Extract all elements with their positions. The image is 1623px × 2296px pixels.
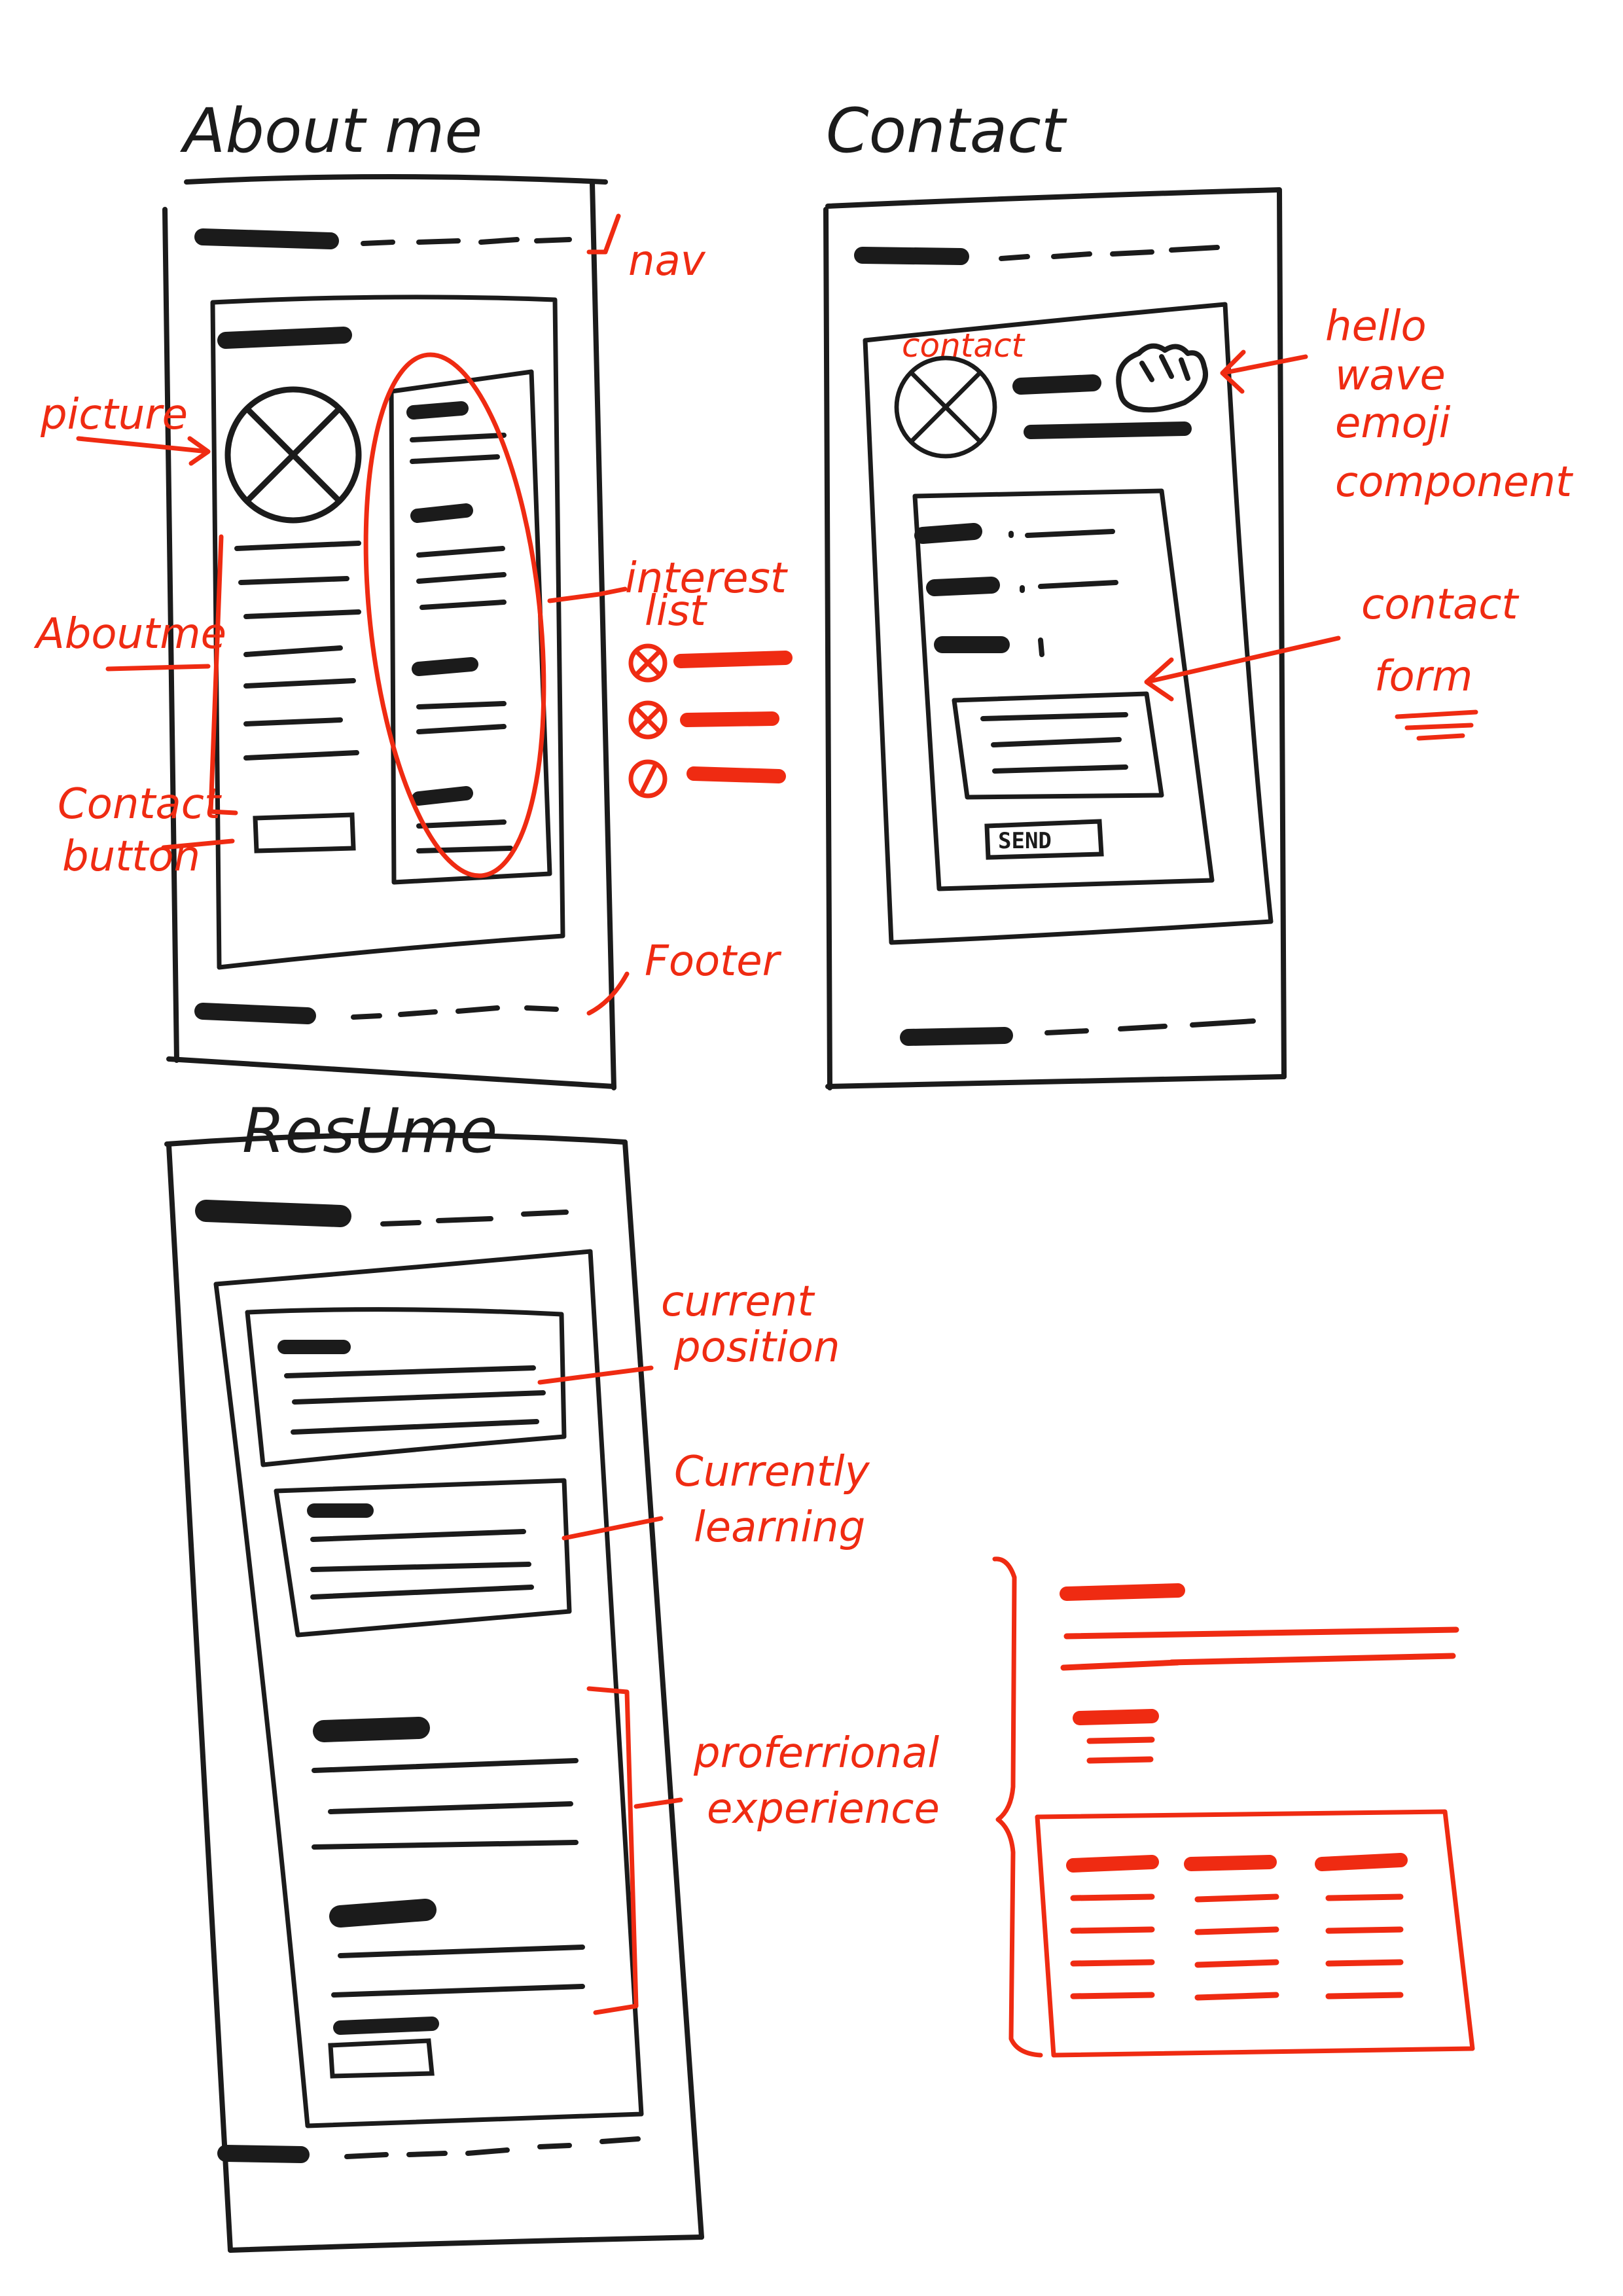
contact-page-title: Contact	[826, 96, 1067, 167]
about-footer	[194, 1003, 559, 1024]
send-button-label: SEND	[998, 828, 1052, 854]
current-position-card	[245, 1307, 567, 1467]
about-page-title: About me	[180, 96, 482, 167]
currently-learning-annotation-line1: Currently	[674, 1448, 870, 1496]
resume-page-title: ResUme	[242, 1096, 497, 1167]
contact-card-label: contact	[902, 327, 1026, 365]
contact-button-annotation-line2: button	[62, 833, 200, 881]
resume-footer	[217, 2136, 641, 2163]
hello-annotation-line4: component	[1335, 458, 1574, 507]
hello-annotation-line2: wave	[1335, 351, 1446, 400]
hello-wave-emoji	[1116, 343, 1208, 413]
about-text-lines	[234, 541, 361, 761]
contact-send-button[interactable]: SEND	[984, 819, 1104, 860]
resume-nav	[195, 1200, 569, 1227]
contact-footer	[900, 1018, 1256, 1046]
contact-message-textarea[interactable]	[952, 691, 1164, 800]
contact-form-annotation-line1: contact	[1361, 581, 1520, 629]
about-nav	[194, 228, 572, 249]
contact-nav	[854, 245, 1220, 265]
wireframe-sketch-sheet: About me nav picture Aboutme Contact but…	[33, 96, 1574, 2253]
hello-annotation-line3: emoji	[1335, 399, 1451, 448]
resume-action-button[interactable]	[328, 2038, 435, 2079]
contact-button-annotation-line1: Contact	[58, 780, 223, 829]
currently-learning-card	[274, 1478, 572, 1638]
interest-list-annotation-line2: list	[645, 587, 708, 636]
contact-content-container	[863, 302, 1274, 945]
professional-experience-annotation-line1: proferrional	[693, 1729, 939, 1778]
currently-learning-annotation-line2: learning	[694, 1503, 865, 1552]
about-heading-bar	[217, 327, 352, 349]
hello-annotation-line1: hello	[1325, 302, 1427, 351]
professional-experience-annotation-line2: experience	[707, 1785, 940, 1833]
current-position-annotation-line1: current	[661, 1278, 815, 1326]
professional-experience-section	[312, 1717, 585, 2035]
contact-page-frame	[823, 187, 1287, 1090]
about-me-annotation: Aboutme	[33, 610, 226, 658]
contact-subtitle-bar	[1024, 422, 1192, 439]
about-contact-button[interactable]	[253, 812, 356, 853]
contact-form-card	[912, 488, 1215, 891]
contact-avatar-placeholder	[897, 358, 995, 456]
current-position-annotation-line2: position	[673, 1323, 840, 1372]
contact-form-annotation-line2: form	[1374, 653, 1472, 701]
picture-annotation: picture	[40, 391, 188, 439]
contact-name-bar	[1012, 374, 1101, 395]
resume-content-container	[213, 1249, 644, 2128]
footer-annotation: Footer	[645, 937, 782, 986]
nav-annotation: nav	[628, 237, 706, 285]
about-picture-placeholder	[228, 389, 359, 520]
